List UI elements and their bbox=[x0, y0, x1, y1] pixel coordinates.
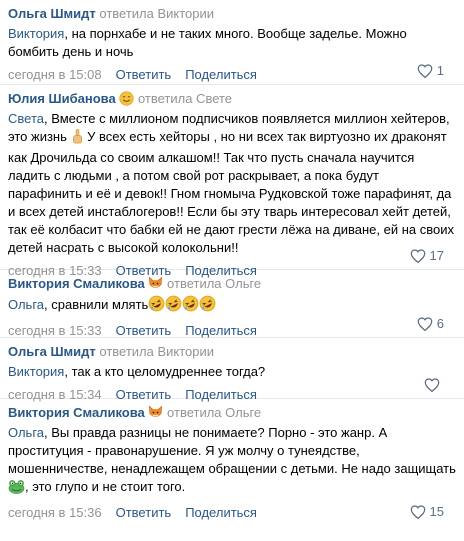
comment-text: Виктория, так а кто целомудреннее тогда? bbox=[8, 363, 456, 381]
author-name[interactable]: Ольга Шмидт bbox=[8, 344, 96, 359]
rofl-laughing-icon bbox=[165, 295, 182, 317]
like-button[interactable]: 15 bbox=[410, 503, 444, 521]
share-button[interactable]: Поделиться bbox=[185, 323, 257, 338]
reply-to-label[interactable]: ответила Виктории bbox=[99, 344, 214, 359]
mention-link[interactable]: Виктория bbox=[8, 26, 64, 41]
comment-header: Ольга Шмидт ответила Виктории bbox=[8, 5, 456, 22]
like-button[interactable]: 6 bbox=[417, 315, 444, 333]
author-name[interactable]: Ольга Шмидт bbox=[8, 6, 96, 21]
like-button[interactable] bbox=[424, 376, 444, 394]
reply-button[interactable]: Ответить bbox=[116, 505, 172, 520]
like-count: 17 bbox=[429, 248, 444, 263]
like-button[interactable]: 1 bbox=[417, 62, 444, 80]
heart-icon bbox=[410, 249, 425, 264]
comment-text: Виктория, на порнхабе и не таких много. … bbox=[8, 25, 456, 61]
smiling-face-icon bbox=[119, 91, 134, 110]
mention-link[interactable]: Виктория bbox=[8, 364, 64, 379]
comment-header: Виктория Смаликова ответила Ольге bbox=[8, 275, 456, 292]
timestamp[interactable]: сегодня в 15:08 bbox=[8, 67, 102, 82]
like-count: 1 bbox=[436, 63, 444, 78]
share-button[interactable]: Поделиться bbox=[185, 505, 257, 520]
rofl-laughing-icon bbox=[148, 295, 165, 317]
comment: Виктория Смаликова ответила Ольге Ольга,… bbox=[0, 399, 464, 541]
fox-face-icon bbox=[148, 276, 163, 295]
pointing-hand-icon bbox=[71, 129, 84, 149]
comment-text: Ольга, сравнили млять bbox=[8, 295, 456, 317]
mention-link[interactable]: Ольга bbox=[8, 297, 44, 312]
heart-icon bbox=[417, 317, 433, 332]
reply-to-label[interactable]: ответила Свете bbox=[138, 91, 232, 106]
comment-text-content: , на порнхабе и не таких много. Вообще з… bbox=[8, 26, 407, 59]
timestamp[interactable]: сегодня в 15:36 bbox=[8, 505, 102, 520]
fox-face-icon bbox=[148, 405, 163, 424]
heart-icon bbox=[417, 64, 433, 79]
reply-to-label[interactable]: ответила Виктории bbox=[99, 6, 214, 21]
timestamp[interactable]: сегодня в 15:33 bbox=[8, 323, 102, 338]
comment-header: Ольга Шмидт ответила Виктории bbox=[8, 343, 456, 360]
reply-to-label[interactable]: ответила Ольге bbox=[167, 276, 261, 291]
comment-text-content: , сравнили млять bbox=[44, 297, 149, 312]
author-name[interactable]: Виктория Смаликова bbox=[8, 276, 145, 291]
rofl-laughing-icon bbox=[182, 295, 199, 317]
heart-icon bbox=[424, 378, 440, 393]
frog-face-icon bbox=[8, 479, 25, 499]
like-count: 6 bbox=[436, 316, 444, 331]
comment-meta: сегодня в 15:36 Ответить Поделиться bbox=[8, 504, 456, 522]
comment-meta: сегодня в 15:08 Ответить Поделиться bbox=[8, 66, 456, 84]
comment: Виктория Смаликова ответила Ольге Ольга,… bbox=[0, 270, 464, 338]
like-button[interactable]: 17 bbox=[410, 247, 444, 265]
comment-header: Юлия Шибанова ответила Свете bbox=[8, 90, 456, 107]
reply-to-label[interactable]: ответила Ольге bbox=[167, 405, 261, 420]
comment: Ольга Шмидт ответила Виктории Виктория, … bbox=[0, 338, 464, 402]
heart-icon bbox=[410, 505, 425, 520]
reply-button[interactable]: Ответить bbox=[116, 67, 172, 82]
comment: Юлия Шибанова ответила Свете Света, Вмес… bbox=[0, 85, 464, 278]
comment-text-content: , Вы правда разницы не понимаете? Порно … bbox=[8, 425, 456, 476]
comment-header: Виктория Смаликова ответила Ольге bbox=[8, 404, 456, 421]
comment-text-content: , это глупо и не стоит того. bbox=[25, 479, 186, 494]
reply-button[interactable]: Ответить bbox=[116, 323, 172, 338]
comment-text: Ольга, Вы правда разницы не понимаете? П… bbox=[8, 424, 456, 499]
mention-link[interactable]: Света bbox=[8, 111, 44, 126]
like-count: 15 bbox=[429, 504, 444, 519]
rofl-laughing-icon bbox=[199, 295, 216, 317]
author-name[interactable]: Виктория Смаликова bbox=[8, 405, 145, 420]
comment-text: Света, Вместе с миллионом подписчиков по… bbox=[8, 110, 456, 257]
share-button[interactable]: Поделиться bbox=[185, 67, 257, 82]
mention-link[interactable]: Ольга bbox=[8, 425, 44, 440]
comment: Ольга Шмидт ответила Виктории Виктория, … bbox=[0, 0, 464, 85]
comment-text-content: , так а кто целомудреннее тогда? bbox=[64, 364, 266, 379]
author-name[interactable]: Юлия Шибанова bbox=[8, 91, 116, 106]
